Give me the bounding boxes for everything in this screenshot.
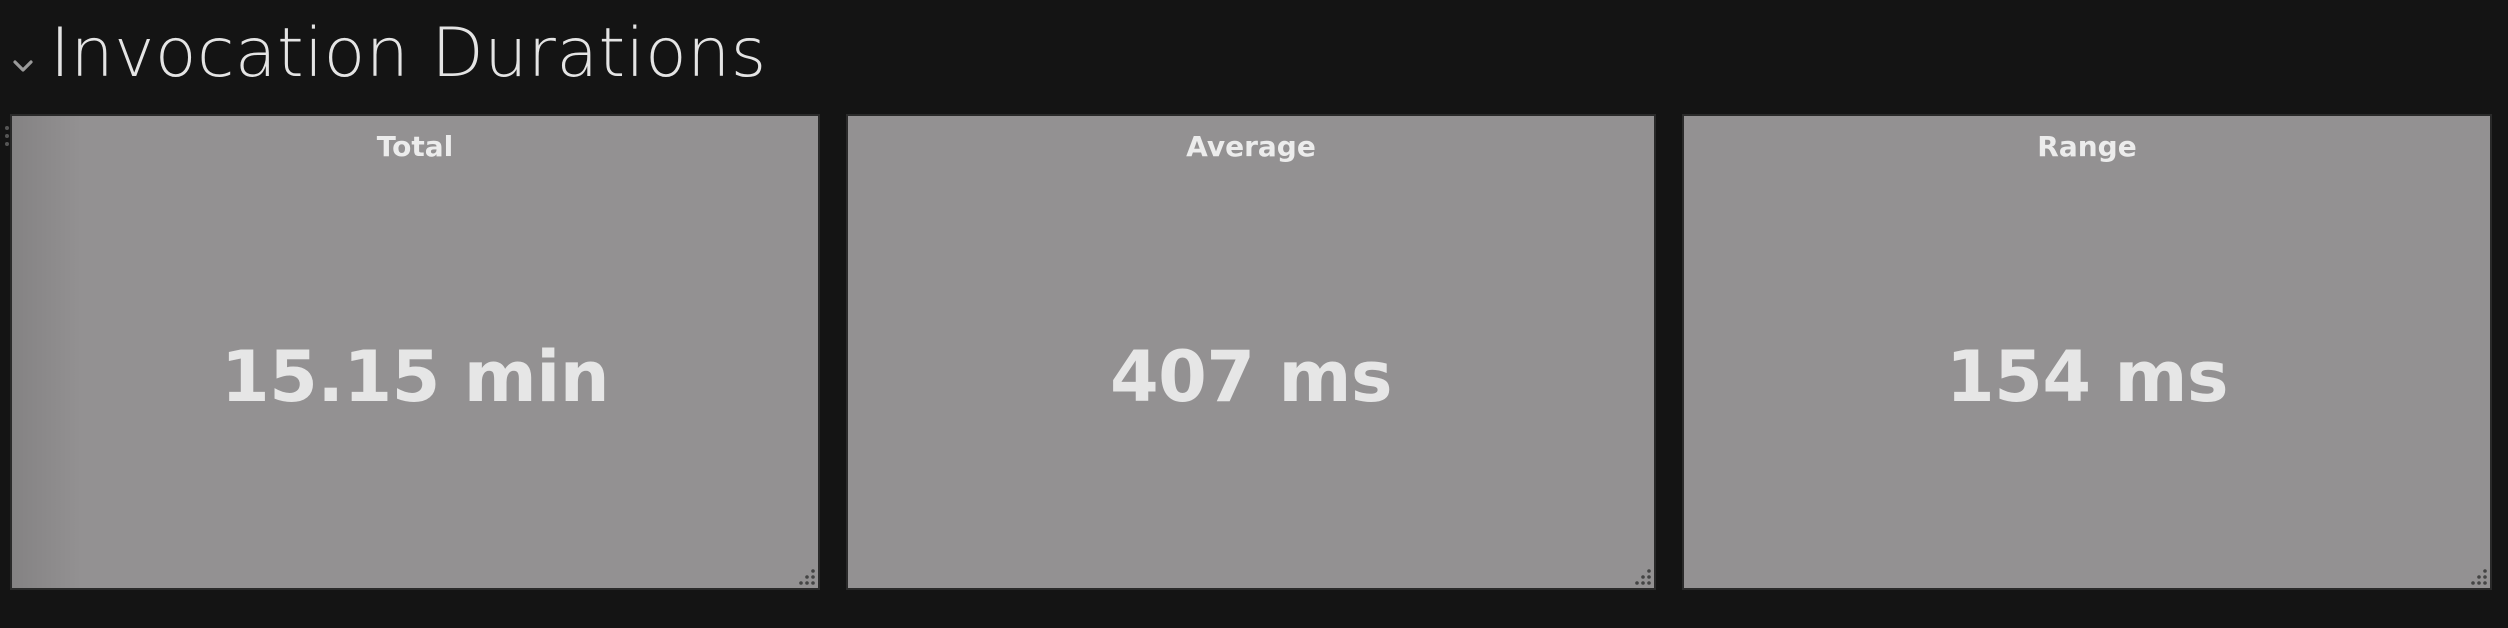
resize-handle-icon[interactable] (2468, 566, 2488, 586)
stat-value: 15.15 min (220, 336, 610, 418)
stat-value: 407 ms (1109, 336, 1393, 418)
chevron-down-icon[interactable] (10, 53, 36, 79)
panel-title[interactable]: Average (848, 130, 1654, 163)
stat-value: 154 ms (1945, 336, 2229, 418)
panel-title[interactable]: Range (1684, 130, 2490, 163)
dashboard-row: Invocation Durations Total 15.15 min Ave… (0, 0, 2508, 628)
panel-total[interactable]: Total 15.15 min (5, 114, 820, 590)
row-header[interactable]: Invocation Durations (10, 8, 767, 98)
resize-handle-icon[interactable] (1632, 566, 1652, 586)
panel-range[interactable]: Range 154 ms (1682, 114, 2492, 590)
row-title: Invocation Durations (50, 13, 767, 93)
resize-handle-icon[interactable] (796, 566, 816, 586)
drag-handle-icon[interactable] (3, 124, 11, 154)
panel-title[interactable]: Total (12, 130, 818, 163)
panel-average[interactable]: Average 407 ms (846, 114, 1656, 590)
